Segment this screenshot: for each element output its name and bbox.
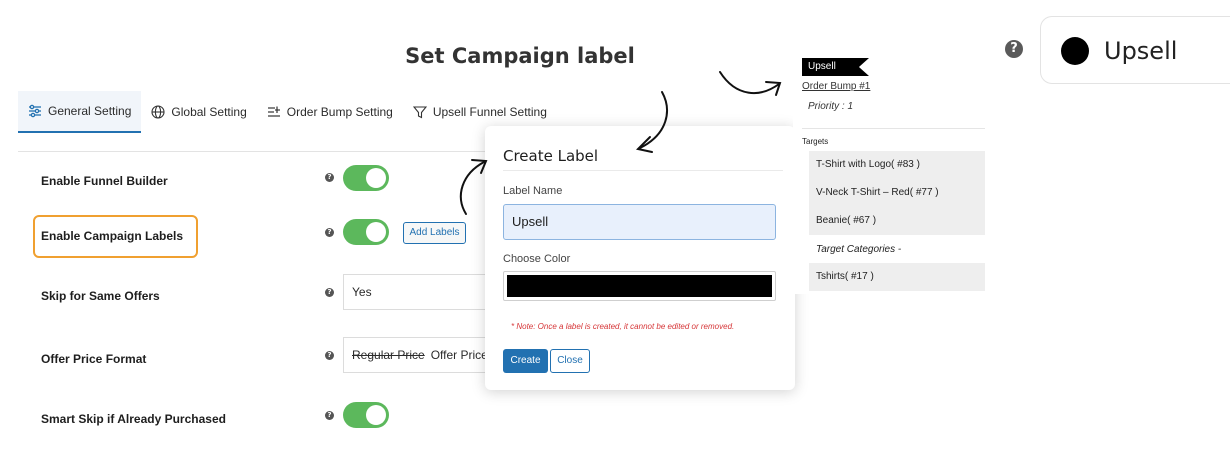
category-row: Tshirts( #17 ) [809, 263, 985, 291]
funnel-icon [412, 106, 427, 119]
enable-funnel-builder-toggle[interactable] [343, 165, 389, 191]
label-preview: Upsell [1040, 16, 1230, 84]
tab-label: Global Setting [171, 105, 247, 119]
choose-color-label: Choose Color [503, 253, 571, 265]
smart-skip-toggle[interactable] [343, 402, 389, 428]
divider [18, 151, 488, 152]
skip-same-offers-label: Skip for Same Offers [41, 289, 160, 303]
skip-same-offers-select[interactable]: Yes [343, 274, 488, 310]
targets-heading: Targets [802, 128, 985, 146]
tab-label: Order Bump Setting [286, 105, 393, 119]
arrow-to-flag [719, 71, 780, 94]
warning-note: * Note: Once a label is created, it cann… [511, 322, 735, 331]
help-icon[interactable]: ? [325, 288, 334, 297]
help-icon[interactable]: ? [325, 351, 334, 360]
smart-skip-label: Smart Skip if Already Purchased [41, 412, 226, 426]
label-name-input[interactable]: Upsell [503, 204, 776, 240]
help-icon[interactable]: ? [325, 173, 334, 182]
tab-label: General Setting [48, 104, 132, 118]
offer-price-format-select[interactable]: Regular Price Offer Price [343, 337, 488, 373]
create-button[interactable]: Create [503, 349, 548, 373]
target-row: V-Neck T-Shirt – Red( #77 ) [809, 179, 985, 207]
settings-tabs: General Setting Global Setting Order Bum… [18, 91, 557, 133]
tab-order-bump-setting[interactable]: Order Bump Setting [257, 91, 403, 133]
order-bump-link[interactable]: Order Bump #1 [802, 81, 870, 92]
arrow-to-modal [459, 161, 485, 215]
target-row: Beanie( #67 ) [809, 207, 985, 235]
tab-label: Upsell Funnel Setting [432, 105, 547, 119]
list-settings-icon [267, 106, 280, 117]
arrowhead [765, 81, 782, 96]
help-icon[interactable]: ? [325, 228, 334, 237]
priority-text: Priority : 1 [808, 101, 854, 112]
label-preview-text: Upsell [1104, 37, 1178, 65]
enable-campaign-labels-toggle[interactable] [343, 219, 389, 245]
close-button[interactable]: Close [550, 349, 590, 373]
globe-icon [151, 105, 165, 119]
create-label-modal: Create Label Label Name Upsell Choose Co… [485, 126, 795, 390]
sliders-icon [29, 104, 41, 118]
label-name-label: Label Name [503, 185, 563, 197]
campaign-label-flag: Upsell [802, 58, 869, 76]
enable-funnel-builder-label: Enable Funnel Builder [41, 174, 168, 188]
regular-price-text: Regular Price [352, 348, 425, 362]
help-icon[interactable]: ? [1005, 40, 1023, 58]
divider [503, 170, 783, 171]
modal-title: Create Label [503, 147, 599, 165]
order-bump-preview-panel: Upsell Order Bump #1 Priority : 1 Target… [793, 48, 985, 294]
help-icon[interactable]: ? [325, 411, 334, 420]
enable-campaign-labels-label: Enable Campaign Labels [41, 229, 184, 243]
add-labels-button[interactable]: Add Labels [403, 222, 466, 244]
arrowhead [471, 159, 488, 174]
color-dot-icon [1061, 37, 1089, 65]
offer-price-format-label: Offer Price Format [41, 352, 147, 366]
color-swatch [507, 275, 772, 297]
select-value: Yes [352, 285, 372, 299]
color-picker[interactable] [503, 271, 776, 301]
target-categories-heading: Target Categories - [816, 244, 902, 255]
target-row: T-Shirt with Logo( #83 ) [809, 151, 985, 179]
tab-general-setting[interactable]: General Setting [18, 91, 142, 133]
offer-price-text: Offer Price [430, 348, 488, 362]
tab-global-setting[interactable]: Global Setting [141, 91, 256, 133]
